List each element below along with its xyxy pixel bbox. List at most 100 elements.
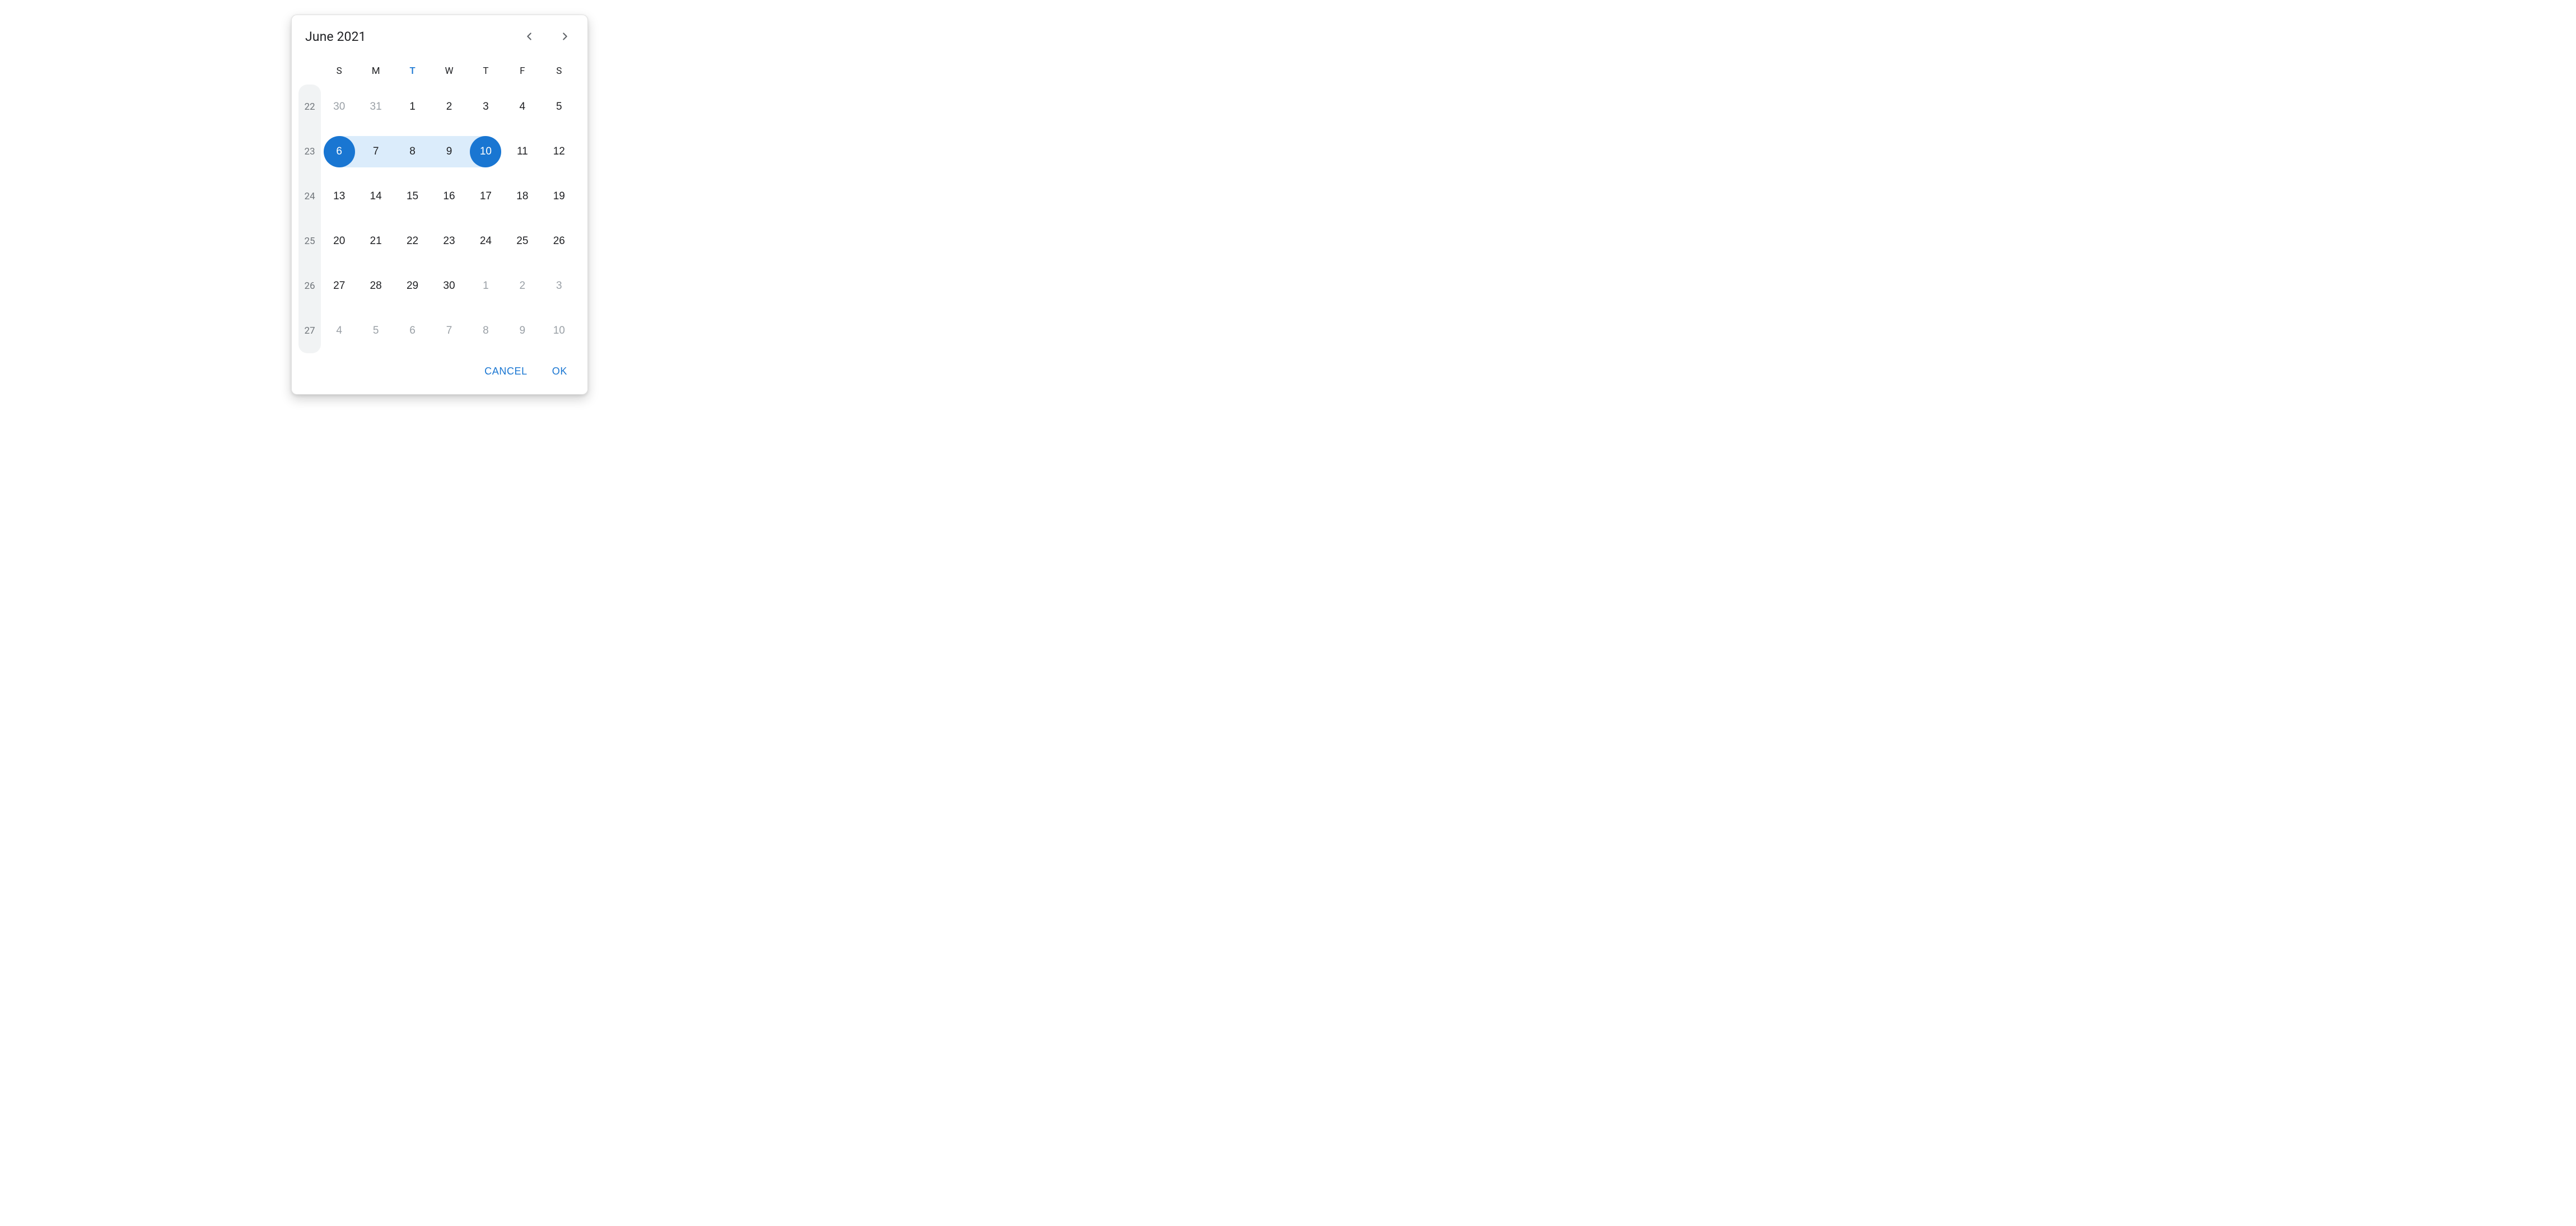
weekday-label: W [431, 58, 467, 85]
day-cell: 2 [431, 85, 467, 129]
day-button[interactable]: 9 [507, 315, 538, 347]
day-button[interactable]: 3 [543, 270, 575, 302]
day-cell: 6 [321, 129, 357, 174]
day-button[interactable]: 13 [324, 181, 355, 212]
day-button[interactable]: 30 [324, 91, 355, 123]
day-button[interactable]: 2 [433, 91, 465, 123]
next-month-button[interactable] [553, 24, 577, 49]
day-button[interactable]: 27 [324, 270, 355, 302]
day-cell: 30 [321, 85, 357, 129]
day-button[interactable]: 20 [324, 226, 355, 257]
day-cell: 18 [504, 174, 540, 219]
day-cell: 11 [504, 129, 540, 174]
day-cell: 10 [541, 308, 577, 353]
calendar-grid-wrap: SMTWTFS223031123452367891011122413141516… [292, 52, 587, 355]
day-cell: 6 [394, 308, 431, 353]
day-button[interactable]: 18 [507, 181, 538, 212]
day-button[interactable]: 5 [543, 91, 575, 123]
day-button[interactable]: 8 [397, 136, 428, 167]
day-cell: 12 [541, 129, 577, 174]
week-number: 27 [298, 308, 321, 353]
day-cell: 21 [357, 219, 394, 264]
day-button[interactable]: 24 [470, 226, 501, 257]
day-cell: 5 [541, 85, 577, 129]
week-number: 22 [298, 85, 321, 129]
day-cell: 31 [357, 85, 394, 129]
day-button[interactable]: 5 [360, 315, 391, 347]
day-button[interactable]: 29 [397, 270, 428, 302]
day-button[interactable]: 12 [543, 136, 575, 167]
day-cell: 4 [504, 85, 540, 129]
week-number: 23 [298, 129, 321, 174]
day-cell: 4 [321, 308, 357, 353]
day-cell: 25 [504, 219, 540, 264]
day-cell: 23 [431, 219, 467, 264]
day-button[interactable]: 3 [470, 91, 501, 123]
day-cell: 9 [431, 129, 467, 174]
day-cell: 1 [394, 85, 431, 129]
chevron-left-icon [523, 30, 535, 43]
day-cell: 10 [468, 129, 504, 174]
day-button[interactable]: 19 [543, 181, 575, 212]
weekday-label: T [468, 58, 504, 85]
day-button[interactable]: 9 [433, 136, 465, 167]
calendar-header: June 2021 [292, 15, 587, 52]
day-button[interactable]: 4 [324, 315, 355, 347]
day-cell: 3 [541, 264, 577, 308]
week-number: 25 [298, 219, 321, 264]
day-button[interactable]: 30 [433, 270, 465, 302]
chevron-right-icon [559, 30, 571, 43]
day-cell: 22 [394, 219, 431, 264]
day-cell: 3 [468, 85, 504, 129]
day-button[interactable]: 26 [543, 226, 575, 257]
day-button[interactable]: 1 [397, 91, 428, 123]
day-button[interactable]: 22 [397, 226, 428, 257]
day-cell: 26 [541, 219, 577, 264]
week-number: 26 [298, 264, 321, 308]
day-button[interactable]: 10 [470, 136, 501, 167]
weekday-label: M [357, 58, 394, 85]
day-button[interactable]: 7 [433, 315, 465, 347]
day-button[interactable]: 31 [360, 91, 391, 123]
day-button[interactable]: 10 [543, 315, 575, 347]
day-cell: 7 [431, 308, 467, 353]
day-button[interactable]: 4 [507, 91, 538, 123]
weekday-label: T [394, 58, 431, 85]
month-year-label[interactable]: June 2021 [305, 29, 517, 44]
weeknum-header-spacer [298, 58, 321, 85]
day-button[interactable]: 21 [360, 226, 391, 257]
day-button[interactable]: 25 [507, 226, 538, 257]
day-button[interactable]: 14 [360, 181, 391, 212]
prev-month-button[interactable] [517, 24, 542, 49]
week-number: 24 [298, 174, 321, 219]
day-button[interactable]: 28 [360, 270, 391, 302]
day-cell: 13 [321, 174, 357, 219]
day-cell: 2 [504, 264, 540, 308]
day-cell: 19 [541, 174, 577, 219]
calendar-grid: SMTWTFS223031123452367891011122413141516… [298, 58, 577, 353]
day-cell: 17 [468, 174, 504, 219]
day-button[interactable]: 15 [397, 181, 428, 212]
day-button[interactable]: 16 [433, 181, 465, 212]
day-button[interactable]: 23 [433, 226, 465, 257]
day-button[interactable]: 11 [507, 136, 538, 167]
day-button[interactable]: 6 [324, 136, 355, 167]
cancel-button[interactable]: CANCEL [479, 361, 533, 382]
day-button[interactable]: 1 [470, 270, 501, 302]
day-cell: 27 [321, 264, 357, 308]
day-button[interactable]: 8 [470, 315, 501, 347]
day-cell: 15 [394, 174, 431, 219]
day-cell: 30 [431, 264, 467, 308]
day-button[interactable]: 2 [507, 270, 538, 302]
day-cell: 1 [468, 264, 504, 308]
ok-button[interactable]: OK [547, 361, 573, 382]
day-button[interactable]: 6 [397, 315, 428, 347]
day-cell: 8 [394, 129, 431, 174]
date-range-picker: June 2021 SMTWTFS22303112345236789101112… [291, 15, 588, 395]
weekday-label: S [321, 58, 357, 85]
day-button[interactable]: 7 [360, 136, 391, 167]
day-button[interactable]: 17 [470, 181, 501, 212]
dialog-actions: CANCEL OK [292, 355, 587, 390]
month-nav [517, 24, 577, 49]
day-cell: 16 [431, 174, 467, 219]
